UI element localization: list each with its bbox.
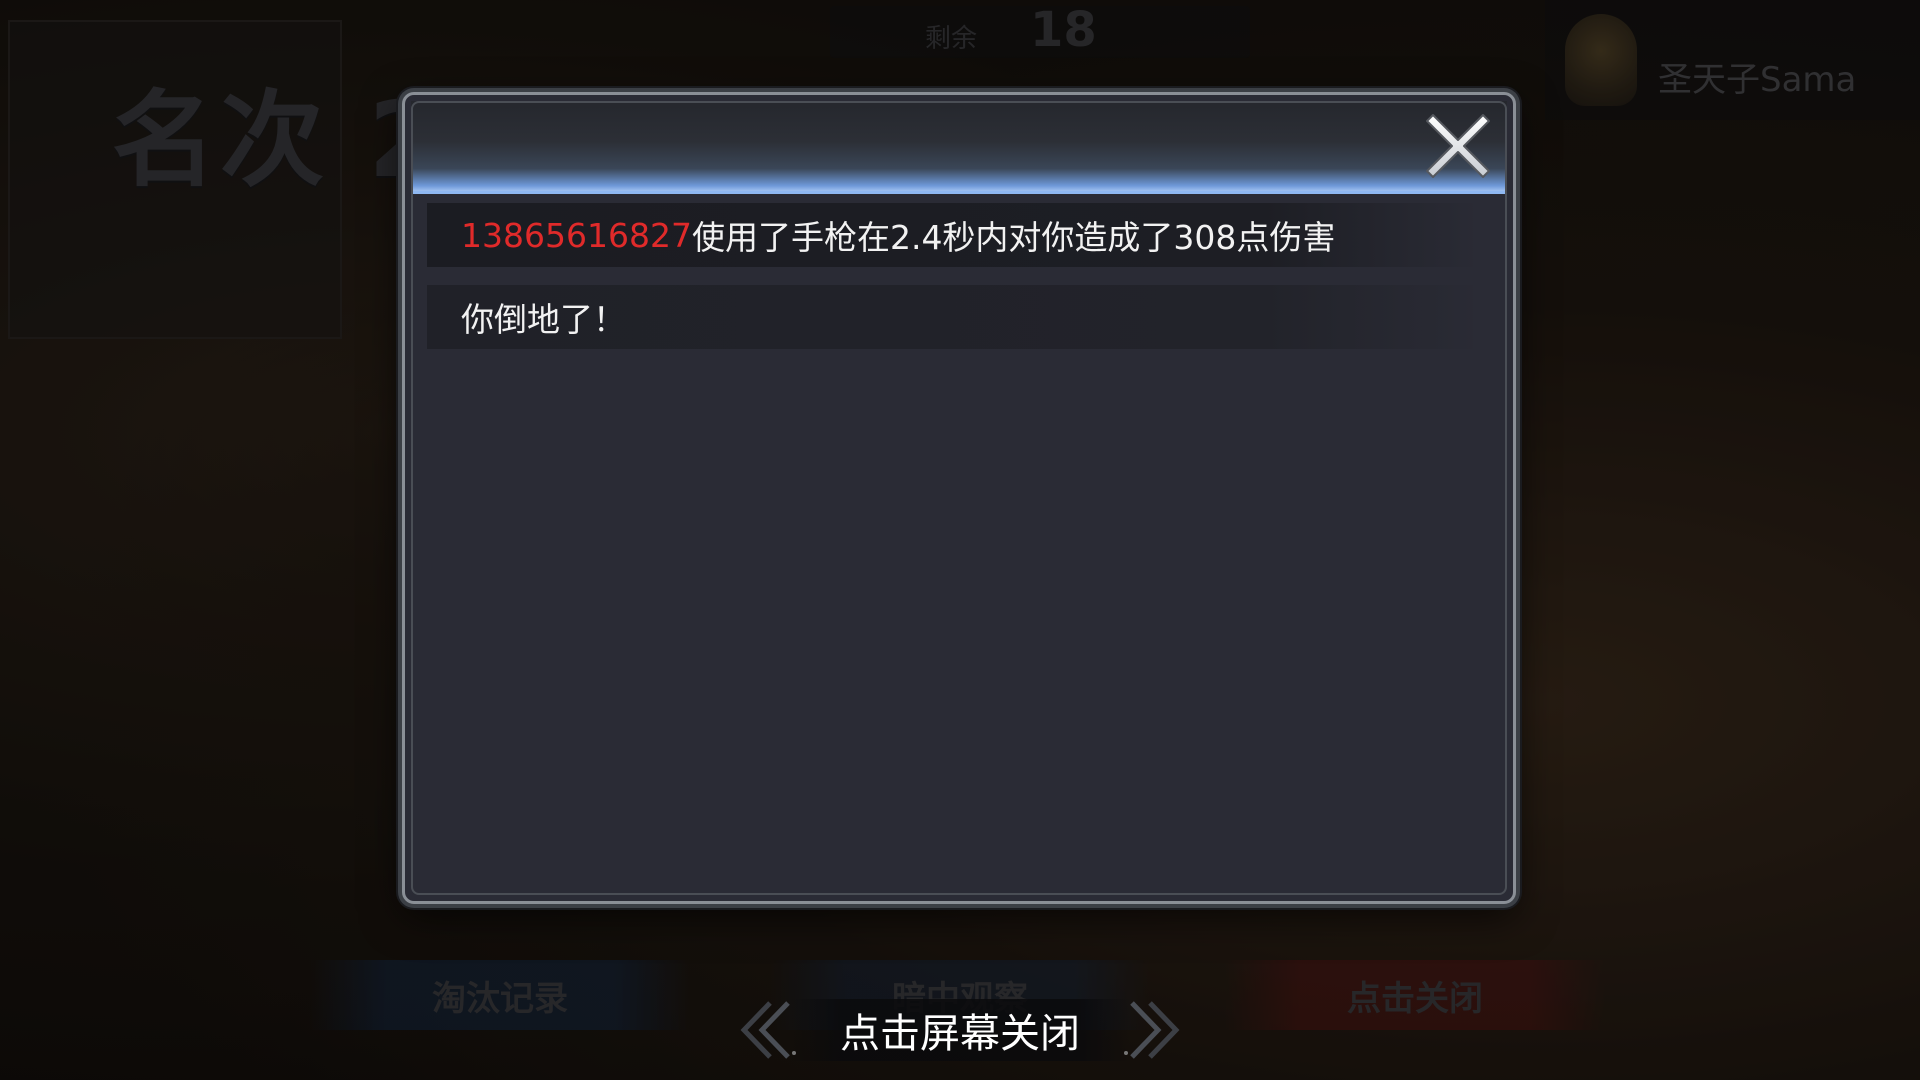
close-icon <box>1421 114 1495 187</box>
damage-report-dialog: 13865616827 使用了手枪在2.4秒内对你造成了308点伤害 你倒地了！ <box>402 92 1516 904</box>
dialog-header <box>411 101 1507 194</box>
message-row: 13865616827 使用了手枪在2.4秒内对你造成了308点伤害 <box>427 203 1473 267</box>
message-row: 你倒地了！ <box>427 285 1473 349</box>
attacker-name: 13865616827 <box>461 215 692 255</box>
message-text: 使用了手枪在2.4秒内对你造成了308点伤害 <box>691 218 1336 257</box>
close-button[interactable] <box>1421 109 1495 183</box>
message-list: 13865616827 使用了手枪在2.4秒内对你造成了308点伤害 你倒地了！ <box>427 203 1473 367</box>
message-text: 你倒地了！ <box>461 300 626 339</box>
chevron-right-icon <box>1120 995 1190 1065</box>
game-screen[interactable]: 名次 2 剩余 18 圣天子Sama 淘汰记录 暗中观察 点击关闭 <box>0 0 1920 1080</box>
tap-to-close-button[interactable]: 点击屏幕关闭 <box>730 995 1190 1065</box>
